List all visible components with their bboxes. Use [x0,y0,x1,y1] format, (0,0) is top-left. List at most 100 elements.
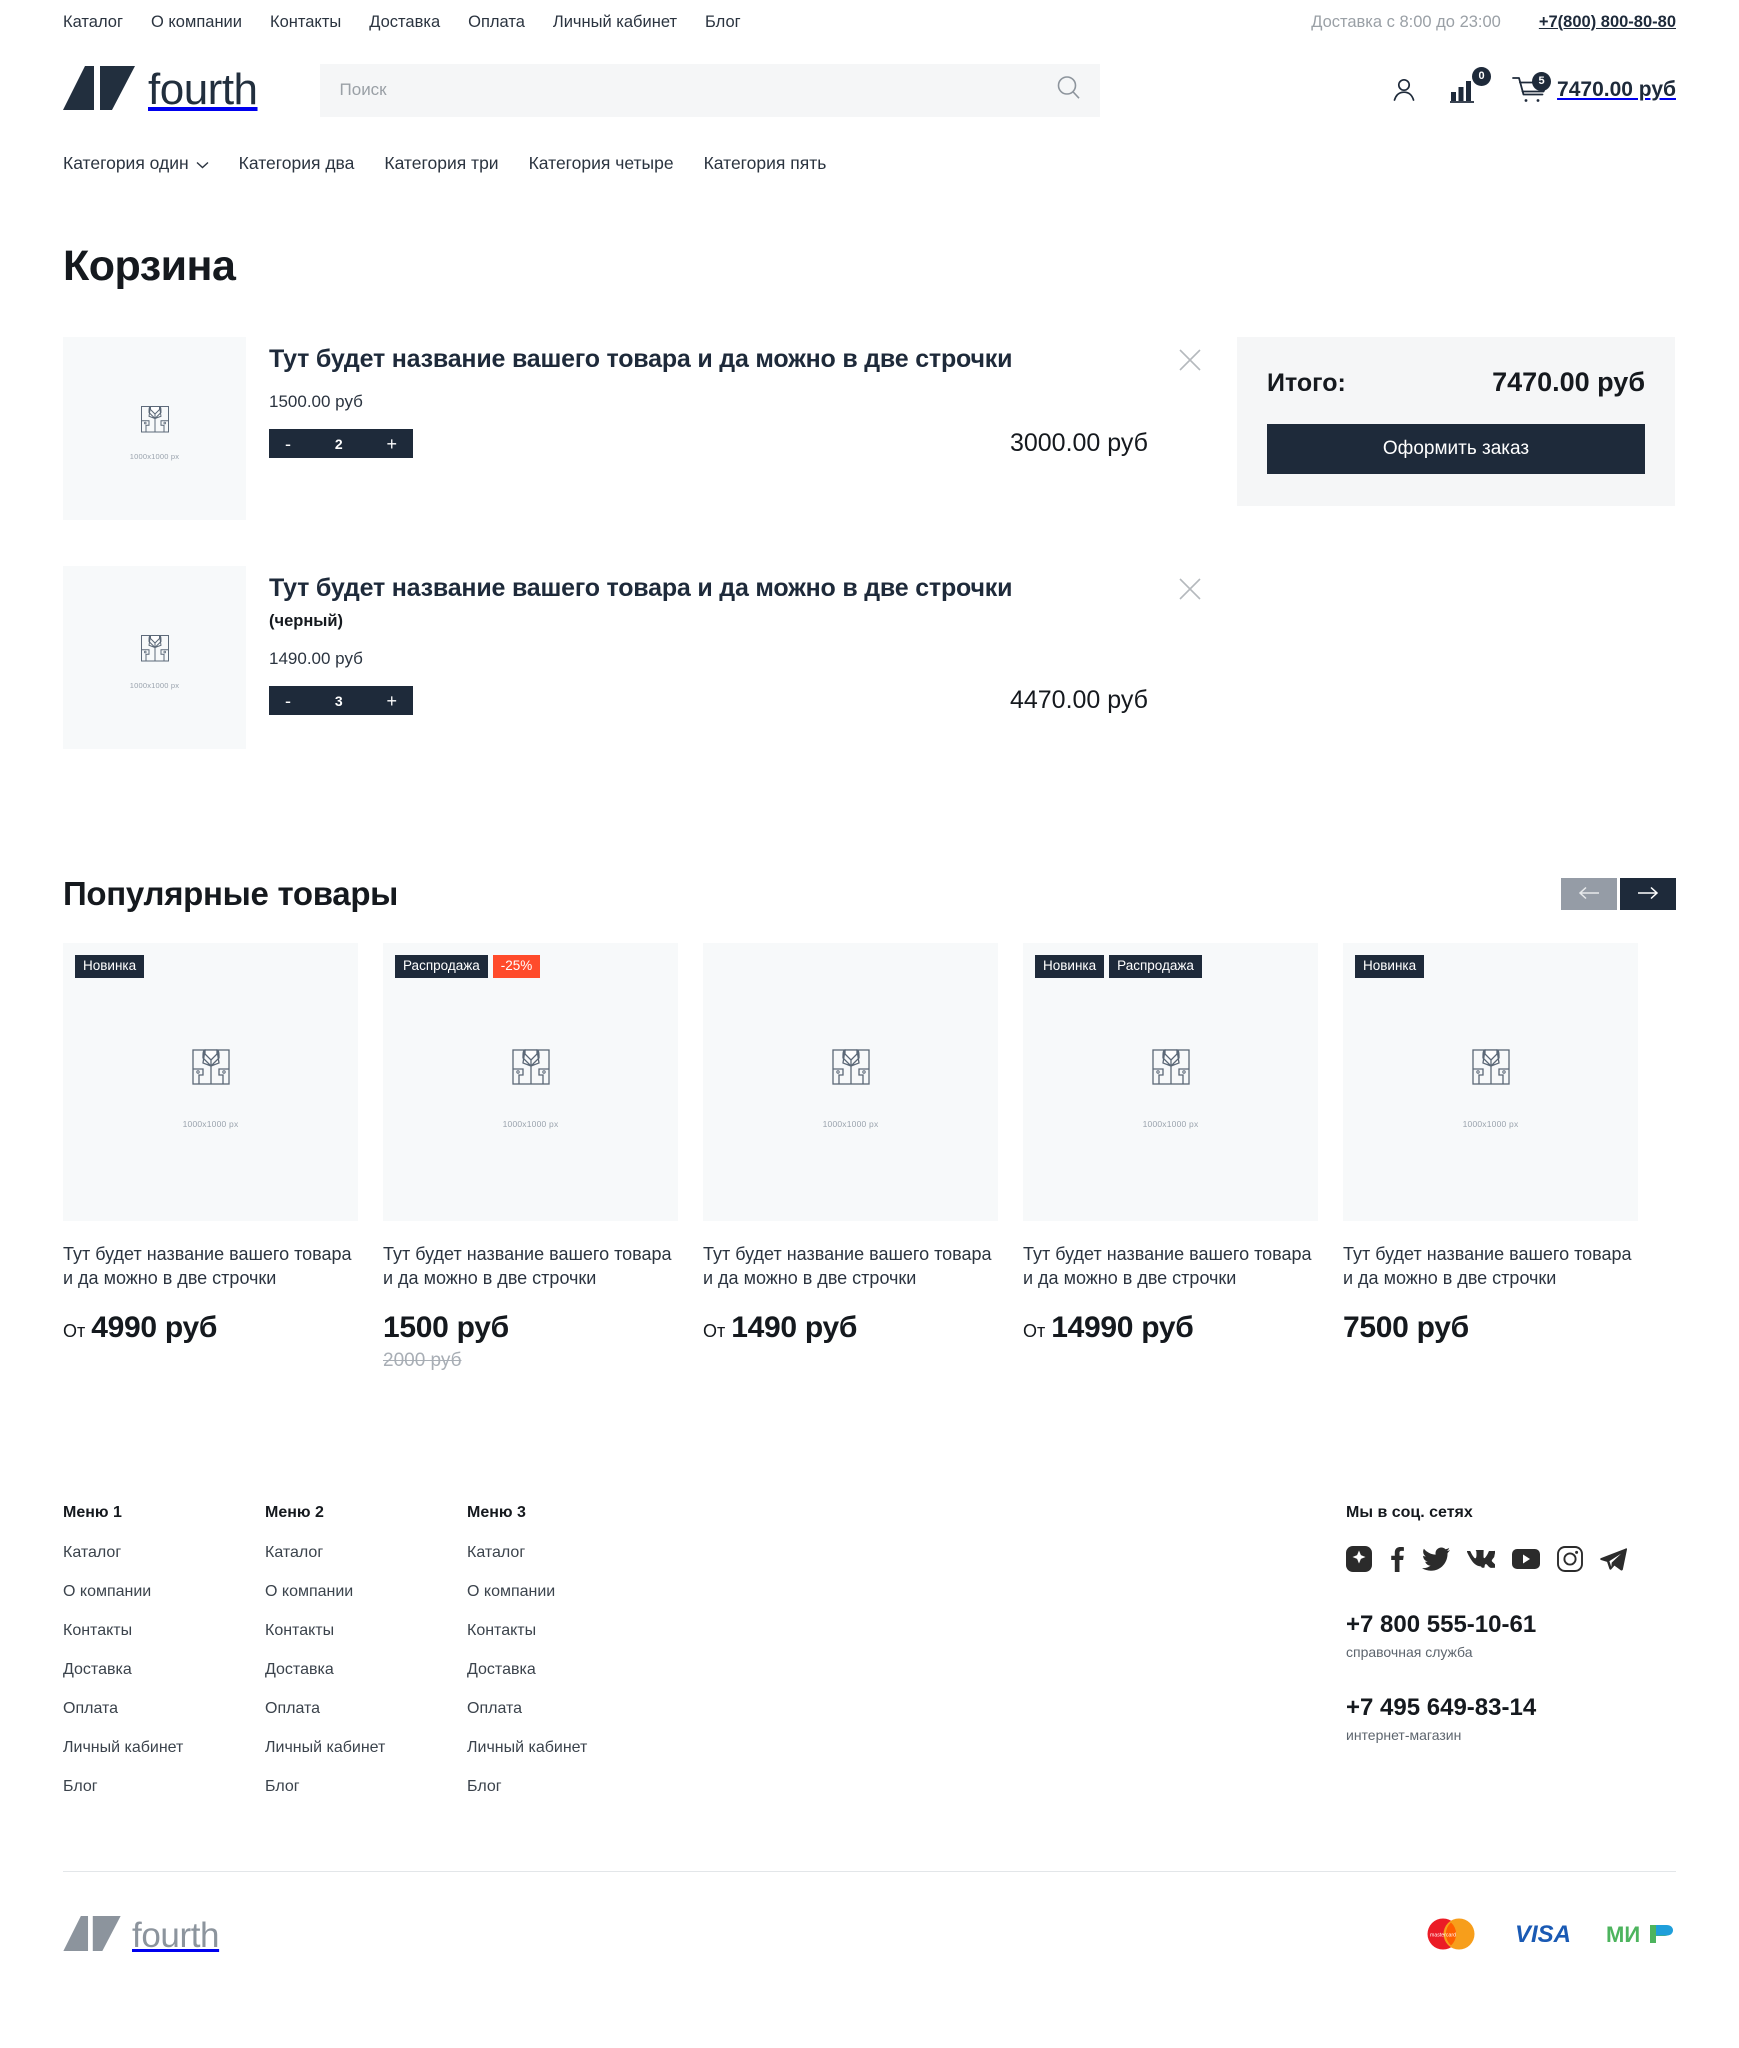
search-box[interactable] [319,63,1100,117]
top-nav-item-2[interactable]: Контакты [270,13,341,32]
category-nav-item-2[interactable]: Категория три [384,153,498,174]
instagram-icon[interactable] [1557,1545,1583,1577]
facebook-icon[interactable] [1389,1546,1405,1577]
top-nav-item-6[interactable]: Блог [705,13,741,32]
cart-link[interactable]: 5 7470.00 руб [1511,72,1676,106]
footer-menu-link[interactable]: Личный кабинет [63,1739,265,1757]
footer-menu-link[interactable]: Каталог [467,1544,669,1562]
social-icon-list [1346,1545,1676,1577]
footer-menu-link[interactable]: О компании [63,1583,265,1601]
cart-item-unit-price: 1490.00 руб [269,649,363,668]
category-nav-item-3[interactable]: Категория четыре [529,153,674,174]
shirt-placeholder-icon [1463,1036,1519,1097]
arrow-left-icon [1578,886,1600,903]
footer-menu-link[interactable]: Блог [265,1778,467,1796]
product-name[interactable]: Тут будет название вашего товара и да мо… [1343,1243,1638,1291]
category-nav-item-1[interactable]: Категория два [239,153,355,174]
product-name[interactable]: Тут будет название вашего товара и да мо… [1023,1243,1318,1291]
footer-menu-link[interactable]: Контакты [265,1622,467,1640]
search-input[interactable] [339,80,1055,100]
footer-phone-2[interactable]: +7 495 649-83-14 [1346,1694,1676,1722]
footer-menu-link[interactable]: Контакты [467,1622,669,1640]
quantity-increase-button[interactable]: + [386,435,397,453]
cart-item-name[interactable]: Тут будет название вашего товара и да мо… [269,345,1029,374]
footer-menu-link[interactable]: Доставка [265,1661,467,1679]
odnoklassniki-icon[interactable] [1346,1545,1372,1577]
carousel-next-button[interactable] [1620,878,1676,910]
product-card: Новинка 1000x1000 px Тут будет название ва… [63,943,358,1372]
top-nav-item-1[interactable]: О компании [151,13,242,32]
footer-menu-link[interactable]: Каталог [265,1544,467,1562]
youtube-icon[interactable] [1512,1548,1540,1574]
quantity-increase-button[interactable]: + [386,692,397,710]
product-price: 14990 руб [1051,1310,1194,1344]
footer-menu-link[interactable]: О компании [265,1583,467,1601]
summary-total-label: Итого: [1267,369,1346,397]
shirt-placeholder-icon [134,625,176,672]
cart-item-info: Тут будет название вашего товара и да мо… [246,337,1203,520]
product-image[interactable]: Распродажа -25% 1000x1000 px [383,943,678,1221]
footer-menu-link[interactable]: Оплата [265,1700,467,1718]
footer-menu-link[interactable]: Контакты [63,1622,265,1640]
header-phone-link[interactable]: +7(800) 800-80-80 [1539,13,1676,32]
footer-menu-link[interactable]: Оплата [467,1700,669,1718]
footer-menu-link[interactable]: Блог [467,1778,669,1796]
quantity-stepper[interactable]: - 2 + [269,429,413,458]
category-nav-item-0[interactable]: Категория один [63,153,209,174]
footer-social-title: Мы в соц. сетях [1346,1503,1473,1521]
telegram-icon[interactable] [1600,1547,1628,1576]
footer-menu-link[interactable]: Доставка [63,1661,265,1679]
top-nav-item-4[interactable]: Оплата [468,13,525,32]
cart-item-thumbnail[interactable]: 1000x1000 px [63,566,246,749]
svg-text:VISA: VISA [1515,1921,1571,1948]
product-image[interactable]: Новинка 1000x1000 px [63,943,358,1221]
cart-item-name[interactable]: Тут будет название вашего товара и да мо… [269,574,1029,603]
footer-menu-link[interactable]: Доставка [467,1661,669,1679]
footer-menu-link[interactable]: Оплата [63,1700,265,1718]
footer-menu-link[interactable]: Личный кабинет [467,1739,669,1757]
footer-menu-link[interactable]: Каталог [63,1544,265,1562]
shirt-placeholder-icon [1143,1036,1199,1097]
quantity-decrease-button[interactable]: - [285,435,291,453]
footer-social-block: Мы в соц. сетях +7 800 555-10-61 справоч… [1346,1504,1676,1817]
top-nav-item-5[interactable]: Личный кабинет [553,13,677,32]
account-icon[interactable] [1389,75,1419,105]
remove-item-button[interactable] [1177,347,1203,373]
checkout-button[interactable]: Оформить заказ [1267,424,1645,474]
product-image[interactable]: Новинка Распродажа 1000x1000 px [1023,943,1318,1221]
cart-icon[interactable]: 5 [1511,72,1553,106]
product-card: Распродажа -25% 1000x1000 px Тут будет назв… [383,943,678,1372]
quantity-stepper[interactable]: - 3 + [269,686,413,715]
cart-total-amount: 7470.00 руб [1557,78,1676,101]
top-nav-item-3[interactable]: Доставка [369,13,440,32]
footer-menu-column: Меню 1 Каталог О компании Контакты Доставка О… [63,1504,265,1817]
product-name[interactable]: Тут будет название вашего товара и да мо… [63,1243,358,1291]
category-nav-label: Категория три [384,152,499,173]
vk-icon[interactable] [1464,1547,1497,1573]
product-name[interactable]: Тут будет название вашего товара и да мо… [703,1243,998,1291]
product-card: 1000x1000 px Тут будет название вашего то… [703,943,998,1372]
mastercard-logo: mastercard [1420,1915,1482,1958]
footer-menu-link[interactable]: Личный кабинет [265,1739,467,1757]
product-price-row: 7500 руб [1343,1311,1638,1345]
site-logo[interactable]: fourth [63,65,258,115]
product-image[interactable]: 1000x1000 px [703,943,998,1221]
carousel-prev-button[interactable] [1561,878,1617,910]
quantity-decrease-button[interactable]: - [285,692,291,710]
footer-phone-1[interactable]: +7 800 555-10-61 [1346,1611,1676,1639]
cart-item-thumbnail[interactable]: 1000x1000 px [63,337,246,520]
product-image[interactable]: Новинка 1000x1000 px [1343,943,1638,1221]
footer-menu-link[interactable]: О компании [467,1583,669,1601]
footer-menu-link[interactable]: Блог [63,1778,265,1796]
footer-logo[interactable]: fourth [63,1916,220,1956]
category-nav-item-4[interactable]: Категория пять [704,153,827,174]
twitter-icon[interactable] [1421,1547,1450,1576]
product-price-row: От 14990 руб [1023,1311,1318,1345]
search-icon[interactable] [1055,74,1082,106]
product-name[interactable]: Тут будет название вашего товара и да мо… [383,1243,678,1291]
remove-item-button[interactable] [1177,576,1203,602]
product-price-prefix: От [63,1320,86,1341]
logo-text: fourth [148,65,258,114]
compare-icon[interactable]: 0 [1449,67,1492,104]
top-nav-item-0[interactable]: Каталог [63,13,123,32]
